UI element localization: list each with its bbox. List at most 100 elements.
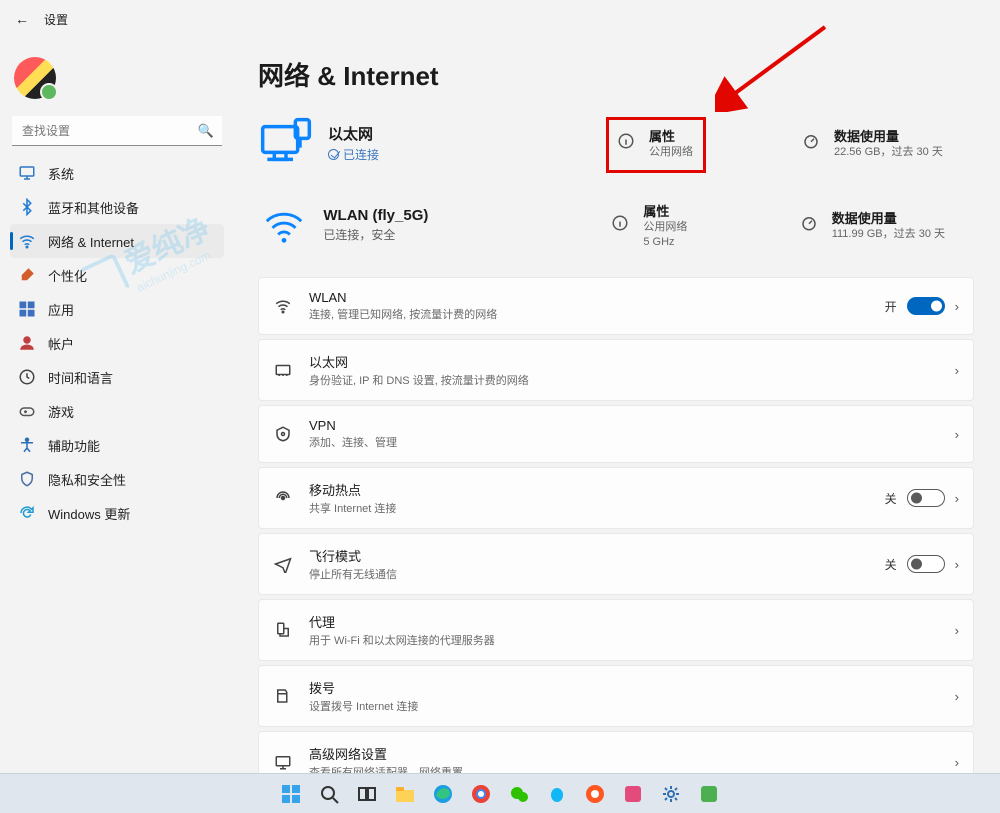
gaming-icon xyxy=(18,402,36,420)
user-avatar[interactable] xyxy=(14,57,56,99)
connection-row-1: WLAN (fly_5G) 已连接，安全 属性 公用网络5 GHz 数据使用量 … xyxy=(258,189,974,271)
brush-icon xyxy=(18,266,36,284)
sidebar-item-10[interactable]: Windows 更新 xyxy=(10,496,224,530)
chevron-right-icon: › xyxy=(955,299,959,314)
sidebar-item-label: 帐户 xyxy=(48,334,74,353)
card-sub: 身份验证, IP 和 DNS 设置, 按流量计费的网络 xyxy=(309,372,939,388)
card-WLAN[interactable]: WLAN 连接, 管理已知网络, 按流量计费的网络 开 › xyxy=(258,277,974,335)
taskbar xyxy=(0,773,1000,813)
sidebar: 🔍 系统 蓝牙和其他设备 网络 & Internet 个性化 应用 帐户 时间和… xyxy=(0,38,230,773)
properties-block[interactable]: 属性 公用网络 xyxy=(616,125,788,160)
sidebar-item-label: 应用 xyxy=(48,300,74,319)
data-usage-block[interactable]: 数据使用量 22.56 GB，过去 30 天 xyxy=(802,126,974,159)
card-title: VPN xyxy=(309,418,939,433)
vpn-icon xyxy=(273,424,293,444)
taskview-icon[interactable] xyxy=(351,778,383,810)
search-icon[interactable] xyxy=(313,778,345,810)
chevron-right-icon: › xyxy=(955,491,959,506)
sidebar-item-label: 辅助功能 xyxy=(48,436,100,455)
info-icon xyxy=(611,214,633,236)
sidebar-item-label: 网络 & Internet xyxy=(48,232,134,251)
app2-icon[interactable] xyxy=(693,778,725,810)
window-title: 设置 xyxy=(44,11,68,28)
card-飞行模式[interactable]: 飞行模式 停止所有无线通信 关 › xyxy=(258,533,974,595)
properties-sub: 公用网络 xyxy=(649,145,693,159)
page-title: 网络 & Internet xyxy=(258,56,974,93)
card-title: 以太网 xyxy=(309,352,939,371)
connection-row-0: 以太网 已连接 属性 公用网络 数据使用量 22.56 GB，过去 30 天 xyxy=(258,107,974,189)
card-移动热点[interactable]: 移动热点 共享 Internet 连接 关 › xyxy=(258,467,974,529)
sidebar-item-label: 隐私和安全性 xyxy=(48,470,126,489)
sidebar-item-7[interactable]: 游戏 xyxy=(10,394,224,428)
edge-icon[interactable] xyxy=(427,778,459,810)
connection-status: 已连接 xyxy=(328,146,588,163)
card-sub: 用于 Wi-Fi 和以太网连接的代理服务器 xyxy=(309,632,939,648)
usage-sub: 111.99 GB，过去 30 天 xyxy=(832,227,945,241)
sidebar-item-label: 系统 xyxy=(48,164,74,183)
connection-name: WLAN (fly_5G) xyxy=(323,207,583,224)
chevron-right-icon: › xyxy=(955,427,959,442)
card-title: 高级网络设置 xyxy=(309,744,939,763)
card-代理[interactable]: 代理 用于 Wi-Fi 和以太网连接的代理服务器 › xyxy=(258,599,974,661)
properties-block[interactable]: 属性 公用网络5 GHz xyxy=(611,201,785,249)
sidebar-item-2[interactable]: 网络 & Internet xyxy=(10,224,224,258)
card-高级网络设置[interactable]: 高级网络设置 查看所有网络适配器，网络重置 › xyxy=(258,731,974,773)
data-usage-block[interactable]: 数据使用量 111.99 GB，过去 30 天 xyxy=(800,208,974,241)
wechat-icon[interactable] xyxy=(503,778,535,810)
card-title: 移动热点 xyxy=(309,480,869,499)
card-sub: 连接, 管理已知网络, 按流量计费的网络 xyxy=(309,306,869,322)
connection-status: 已连接，安全 xyxy=(323,226,583,243)
ethernet-icon xyxy=(273,360,293,380)
sidebar-item-1[interactable]: 蓝牙和其他设备 xyxy=(10,190,224,224)
toggle-switch[interactable] xyxy=(907,555,945,573)
apps-icon xyxy=(18,300,36,318)
toggle-switch[interactable] xyxy=(907,297,945,315)
card-title: 拨号 xyxy=(309,678,939,697)
proxy-icon xyxy=(273,620,293,640)
dialup-icon xyxy=(273,686,293,706)
search-icon: 🔍 xyxy=(198,123,214,139)
sidebar-item-3[interactable]: 个性化 xyxy=(10,258,224,292)
card-以太网[interactable]: 以太网 身份验证, IP 和 DNS 设置, 按流量计费的网络 › xyxy=(258,339,974,401)
wifi-icon xyxy=(273,296,293,316)
card-拨号[interactable]: 拨号 设置拨号 Internet 连接 › xyxy=(258,665,974,727)
settings-icon[interactable] xyxy=(655,778,687,810)
system-icon xyxy=(18,164,36,182)
toggle-state-label: 关 xyxy=(885,556,897,573)
meter-icon xyxy=(800,214,822,236)
qq-icon[interactable] xyxy=(541,778,573,810)
chevron-right-icon: › xyxy=(955,623,959,638)
sidebar-item-9[interactable]: 隐私和安全性 xyxy=(10,462,224,496)
connection-name: 以太网 xyxy=(328,123,588,144)
ethernet-big-icon xyxy=(258,115,314,171)
card-VPN[interactable]: VPN 添加、连接、管理 › xyxy=(258,405,974,463)
search-input[interactable] xyxy=(12,116,222,146)
chevron-right-icon: › xyxy=(955,689,959,704)
sidebar-item-label: Windows 更新 xyxy=(48,504,130,523)
sidebar-item-6[interactable]: 时间和语言 xyxy=(10,360,224,394)
usage-title: 数据使用量 xyxy=(832,208,945,227)
time-lang-icon xyxy=(18,368,36,386)
card-sub: 添加、连接、管理 xyxy=(309,434,939,450)
toggle-switch[interactable] xyxy=(907,489,945,507)
card-sub: 查看所有网络适配器，网络重置 xyxy=(309,764,939,773)
chrome-icon[interactable] xyxy=(465,778,497,810)
explorer-icon[interactable] xyxy=(389,778,421,810)
start-icon[interactable] xyxy=(275,778,307,810)
sidebar-item-0[interactable]: 系统 xyxy=(10,156,224,190)
browser2-icon[interactable] xyxy=(579,778,611,810)
chevron-right-icon: › xyxy=(955,755,959,770)
usage-sub: 22.56 GB，过去 30 天 xyxy=(834,145,943,159)
sidebar-item-4[interactable]: 应用 xyxy=(10,292,224,326)
chevron-right-icon: › xyxy=(955,557,959,572)
wifi-big-icon xyxy=(258,197,309,253)
chevron-right-icon: › xyxy=(955,363,959,378)
sidebar-item-label: 时间和语言 xyxy=(48,368,113,387)
back-button[interactable] xyxy=(10,7,34,31)
card-title: WLAN xyxy=(309,290,869,305)
sidebar-item-5[interactable]: 帐户 xyxy=(10,326,224,360)
card-sub: 共享 Internet 连接 xyxy=(309,500,869,516)
app1-icon[interactable] xyxy=(617,778,649,810)
sidebar-item-8[interactable]: 辅助功能 xyxy=(10,428,224,462)
card-title: 飞行模式 xyxy=(309,546,869,565)
